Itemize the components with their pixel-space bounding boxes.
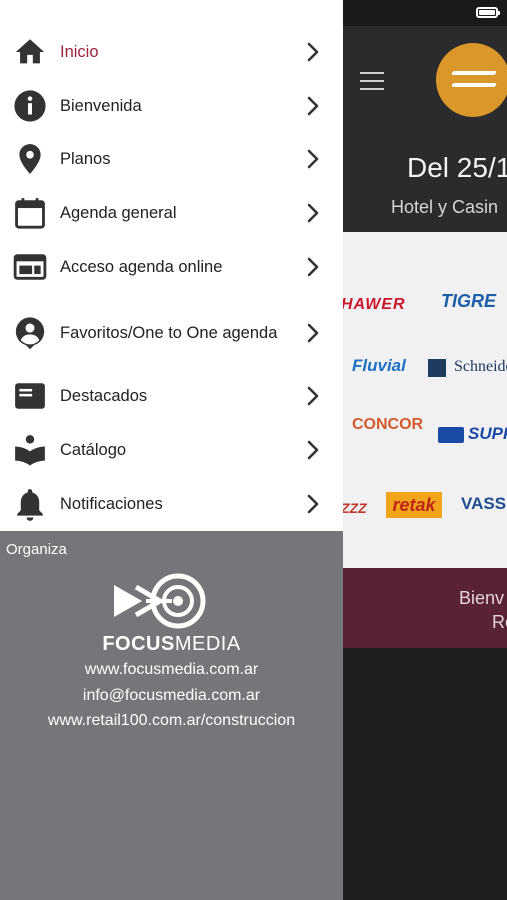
bell-icon xyxy=(13,487,47,521)
menu-item-label: Acceso agenda online xyxy=(60,258,223,276)
battery-full-icon xyxy=(476,7,500,18)
welcome-line: Bienv xyxy=(459,588,505,608)
home-icon xyxy=(13,35,47,69)
chevron-right-icon xyxy=(307,42,319,62)
featured-card-icon xyxy=(13,379,47,413)
menu-item-label: Agenda general xyxy=(60,204,177,222)
chevron-right-icon xyxy=(307,323,319,343)
focusmedia-wordmark: FOCUSMEDIA xyxy=(0,633,343,656)
wordmark-bold: FOCUS xyxy=(102,633,175,655)
info-icon xyxy=(13,89,47,123)
menu-item-label: Notificaciones xyxy=(60,495,163,513)
chevron-right-icon xyxy=(307,149,319,169)
app-logo xyxy=(436,43,507,117)
menu-item-acceso-agenda-online[interactable]: Acceso agenda online xyxy=(0,241,343,293)
chevron-right-icon xyxy=(307,203,319,223)
sponsor-logo[interactable]: CONCOR xyxy=(352,416,423,434)
menu-item-label: Bienvenida xyxy=(60,97,142,115)
chevron-right-icon xyxy=(307,440,319,460)
menu-item-inicio[interactable]: Inicio xyxy=(0,26,343,78)
chevron-right-icon xyxy=(307,494,319,514)
focusmedia-logo-icon xyxy=(114,573,206,629)
menu-item-destacados[interactable]: Destacados xyxy=(0,370,343,422)
sponsor-logo[interactable]: Fluvial xyxy=(352,356,406,376)
sponsor-logo[interactable]: retak xyxy=(386,492,442,518)
chevron-right-icon xyxy=(307,386,319,406)
sponsor-logo[interactable]: HAWER xyxy=(341,296,406,314)
account-pin-icon xyxy=(13,316,47,350)
web-window-icon xyxy=(13,250,47,284)
sponsor-logo[interactable]: TIGRE xyxy=(441,291,496,312)
menu-item-favoritos[interactable]: Favoritos/One to One agenda xyxy=(0,303,343,363)
sponsor-mark xyxy=(438,427,464,443)
menu-item-planos[interactable]: Planos xyxy=(0,133,343,185)
drawer-menu: Inicio Bienvenida Planos Agenda general xyxy=(0,0,343,531)
menu-item-catalogo[interactable]: Catálogo xyxy=(0,424,343,476)
menu-item-label: Planos xyxy=(60,150,111,168)
hamburger-menu-icon[interactable] xyxy=(360,72,384,90)
organizer-website[interactable]: www.focusmedia.com.ar xyxy=(0,661,343,679)
organizer-section: Organiza FOCUSMEDIA www.focusmedia.com.a… xyxy=(0,531,343,900)
welcome-line: Re xyxy=(492,612,507,632)
menu-item-bienvenida[interactable]: Bienvenida xyxy=(0,80,343,132)
map-pin-icon xyxy=(13,142,47,176)
calendar-icon xyxy=(13,196,47,230)
organizer-website-2[interactable]: www.retail100.com.ar/construccion xyxy=(0,712,343,730)
chevron-right-icon xyxy=(307,96,319,116)
menu-item-label: Destacados xyxy=(60,387,148,405)
menu-item-label: Catálogo xyxy=(60,441,127,459)
wordmark-light: MEDIA xyxy=(174,633,241,655)
event-venue: Hotel y Casin xyxy=(391,197,499,217)
menu-item-label: Favoritos/One to One agenda xyxy=(60,324,278,342)
sponsor-logo[interactable]: VASSE xyxy=(461,494,507,514)
chevron-right-icon xyxy=(307,257,319,277)
book-reader-icon xyxy=(13,433,47,467)
menu-item-notificaciones[interactable]: Notificaciones xyxy=(0,478,343,530)
event-date: Del 25/1 xyxy=(407,152,507,183)
navigation-drawer: Inicio Bienvenida Planos Agenda general xyxy=(0,0,343,900)
menu-item-agenda-general[interactable]: Agenda general xyxy=(0,187,343,239)
menu-item-label: Inicio xyxy=(60,43,99,61)
sponsor-logo[interactable]: ZZZ xyxy=(341,500,367,516)
organizer-email[interactable]: info@focusmedia.com.ar xyxy=(0,687,343,705)
organizer-title: Organiza xyxy=(6,541,67,558)
sponsor-mark xyxy=(428,359,446,377)
